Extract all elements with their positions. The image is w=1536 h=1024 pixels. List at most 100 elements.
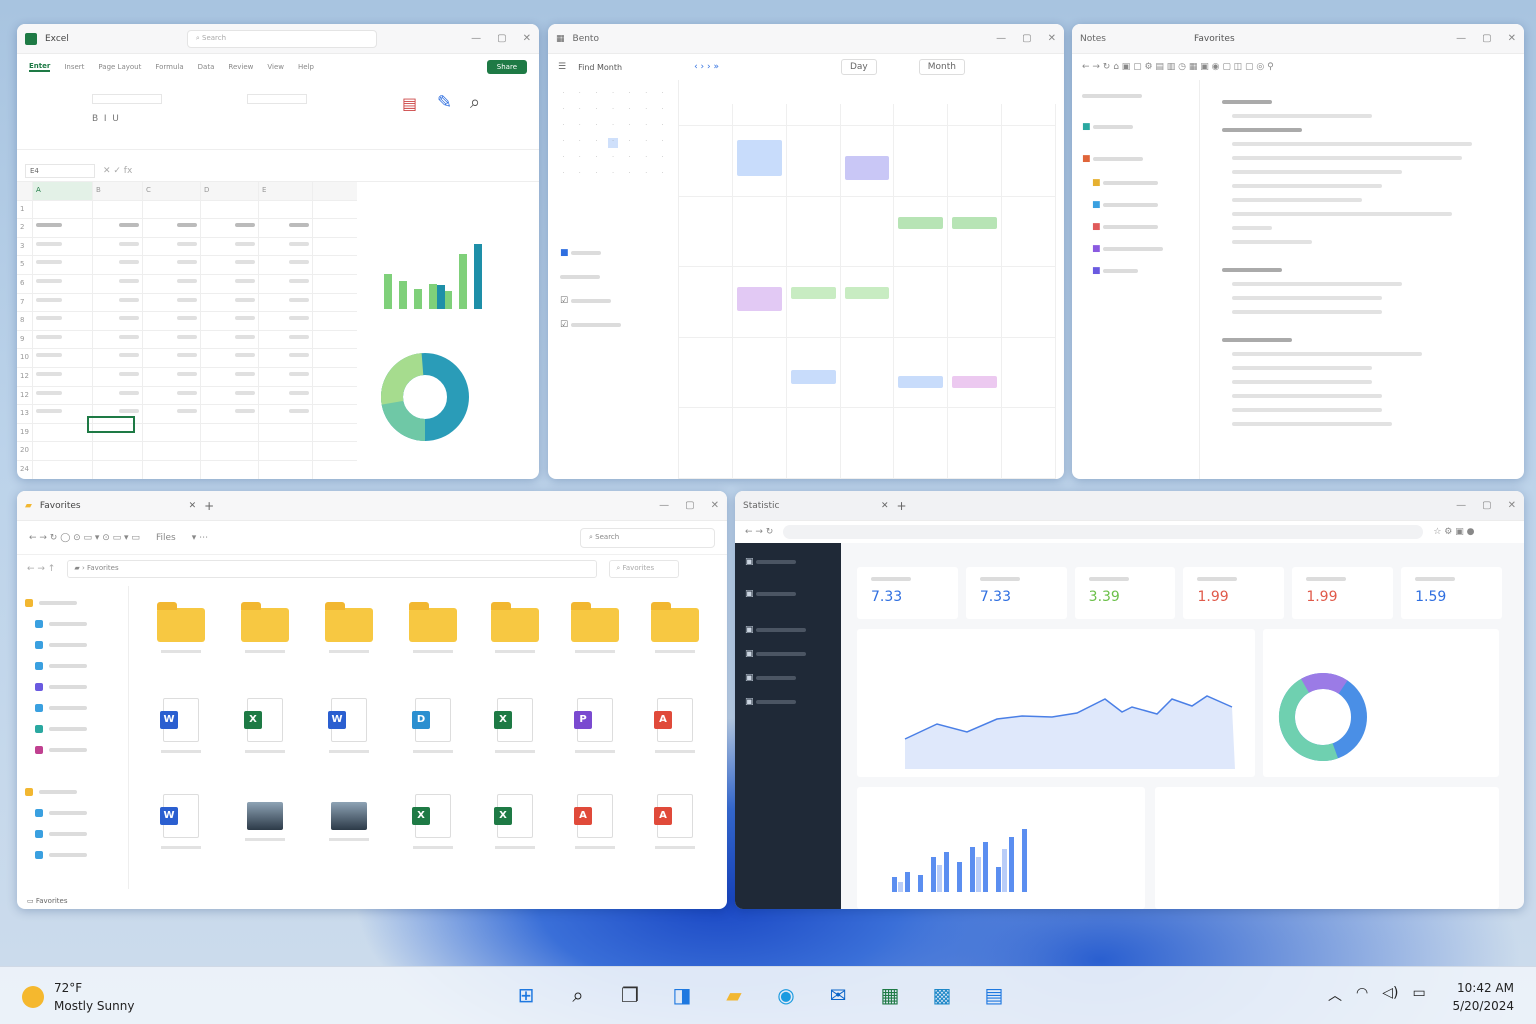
cell[interactable] bbox=[201, 274, 259, 293]
mini-day[interactable]: · bbox=[558, 122, 569, 132]
month-grid[interactable] bbox=[679, 104, 1056, 479]
file-item[interactable] bbox=[235, 794, 295, 841]
day-cell[interactable] bbox=[732, 267, 787, 338]
mini-day[interactable]: · bbox=[657, 170, 668, 180]
cell[interactable] bbox=[201, 293, 259, 312]
day-cell[interactable] bbox=[894, 408, 949, 479]
notes-toolbar[interactable]: ← → ↻ ⌂ ▣ ▢ ⚙ ▤ ▥ ◷ ▦ ▣ ◉ ▢ ◫ ▢ ◎ ⚲ bbox=[1072, 54, 1524, 80]
cell[interactable] bbox=[93, 349, 143, 367]
day-cell[interactable] bbox=[679, 196, 733, 268]
nav-item[interactable] bbox=[25, 844, 120, 865]
tab-review[interactable]: Review bbox=[228, 63, 253, 71]
mini-day[interactable]: · bbox=[641, 90, 652, 100]
navigation-pane[interactable] bbox=[17, 586, 129, 889]
cell[interactable] bbox=[33, 293, 93, 312]
mini-day[interactable]: · bbox=[591, 170, 602, 180]
widgets-icon[interactable]: ◨ bbox=[666, 979, 698, 1011]
menu-icon[interactable]: ☰ bbox=[558, 62, 566, 72]
cell[interactable] bbox=[259, 367, 313, 386]
cell[interactable] bbox=[259, 219, 313, 237]
table-row[interactable]: 6 bbox=[17, 274, 357, 294]
cell[interactable] bbox=[201, 386, 259, 405]
mini-day[interactable]: · bbox=[641, 106, 652, 116]
table-row[interactable]: 7 bbox=[17, 293, 357, 313]
mini-day[interactable]: · bbox=[641, 154, 652, 164]
explorer-commandbar[interactable]: ← → ↻ ◯ ⊙ ▭ ▾ ⊙ ▭ ▾ ▭ Files ▾ ⋯ ⌕ Search bbox=[17, 521, 727, 555]
cell[interactable] bbox=[259, 330, 313, 349]
nav-arrows[interactable]: ‹ › › » bbox=[694, 62, 719, 72]
cell[interactable] bbox=[143, 237, 201, 256]
mini-day[interactable]: · bbox=[575, 90, 586, 100]
file-item[interactable]: X bbox=[485, 698, 545, 753]
cell[interactable] bbox=[201, 349, 259, 367]
cell[interactable] bbox=[33, 405, 93, 423]
day-cell[interactable] bbox=[1002, 337, 1056, 409]
row-header[interactable]: 7 bbox=[17, 293, 33, 312]
mini-day[interactable]: · bbox=[575, 154, 586, 164]
nav-item[interactable] bbox=[25, 676, 120, 697]
nav-item[interactable] bbox=[25, 739, 120, 760]
mini-day[interactable]: · bbox=[608, 154, 619, 164]
browser-address-bar[interactable]: ← → ↻ ☆ ⚙ ▣ ● bbox=[735, 521, 1524, 543]
cell[interactable] bbox=[259, 423, 313, 442]
nav-item[interactable] bbox=[25, 718, 120, 739]
day-cell[interactable] bbox=[679, 267, 733, 338]
day-cell[interactable] bbox=[786, 337, 841, 409]
row-header[interactable]: 5 bbox=[17, 256, 33, 274]
tab-page-layout[interactable]: Page Layout bbox=[98, 63, 141, 71]
cell[interactable] bbox=[259, 274, 313, 293]
name-box[interactable]: E4 bbox=[25, 163, 95, 178]
share-button[interactable]: Share bbox=[486, 60, 527, 74]
nav-item[interactable] bbox=[25, 781, 120, 802]
file-item[interactable]: W bbox=[151, 698, 211, 753]
new-tab-button[interactable]: + bbox=[204, 499, 214, 513]
cell[interactable] bbox=[201, 330, 259, 349]
cell[interactable] bbox=[259, 256, 313, 274]
day-cell[interactable] bbox=[679, 337, 733, 409]
calendar-event[interactable] bbox=[952, 375, 998, 388]
cell[interactable] bbox=[93, 274, 143, 293]
table-row[interactable]: 13 bbox=[17, 405, 357, 424]
cell[interactable] bbox=[93, 330, 143, 349]
day-cell[interactable] bbox=[894, 267, 949, 338]
cell[interactable] bbox=[201, 200, 259, 219]
cell[interactable] bbox=[93, 219, 143, 237]
mini-day[interactable]: · bbox=[591, 154, 602, 164]
calendar-event[interactable] bbox=[898, 216, 944, 229]
mini-day[interactable]: · bbox=[657, 138, 668, 148]
cell[interactable] bbox=[143, 442, 201, 460]
cell[interactable] bbox=[93, 386, 143, 405]
nav-item[interactable] bbox=[25, 655, 120, 676]
nav-item[interactable] bbox=[25, 802, 120, 823]
row-header[interactable]: 6 bbox=[17, 274, 33, 293]
table-row[interactable]: 12 bbox=[17, 386, 357, 406]
day-cell[interactable] bbox=[732, 196, 787, 268]
row-header[interactable]: 3 bbox=[17, 237, 33, 256]
tab-help[interactable]: Help bbox=[298, 63, 314, 71]
mini-day[interactable]: · bbox=[624, 106, 635, 116]
table-row[interactable]: 8 bbox=[17, 312, 357, 331]
file-item[interactable]: W bbox=[319, 698, 379, 753]
mini-day[interactable]: · bbox=[657, 154, 668, 164]
file-item[interactable]: A bbox=[565, 794, 625, 849]
mini-day[interactable]: · bbox=[607, 138, 619, 148]
row-header[interactable]: 20 bbox=[17, 442, 33, 460]
file-grid[interactable]: W X W D X P A W X X A A bbox=[137, 586, 727, 889]
task-view-icon[interactable]: ❐ bbox=[614, 979, 646, 1011]
day-cell[interactable] bbox=[948, 126, 1003, 197]
cell[interactable] bbox=[33, 367, 93, 386]
mini-day[interactable]: · bbox=[624, 170, 635, 180]
table-row[interactable]: 20 bbox=[17, 442, 357, 461]
calendar-event[interactable] bbox=[790, 287, 836, 300]
file-item[interactable]: X bbox=[403, 794, 463, 849]
cell[interactable] bbox=[33, 460, 93, 479]
mini-day[interactable]: · bbox=[558, 90, 569, 100]
mini-day[interactable]: · bbox=[558, 106, 569, 116]
calendar-event[interactable] bbox=[736, 140, 782, 176]
cell[interactable] bbox=[201, 405, 259, 423]
file-item[interactable]: X bbox=[235, 698, 295, 753]
day-cell[interactable] bbox=[732, 408, 787, 479]
cell[interactable] bbox=[143, 460, 201, 479]
day-cell[interactable] bbox=[732, 337, 787, 409]
day-cell[interactable] bbox=[679, 126, 733, 197]
